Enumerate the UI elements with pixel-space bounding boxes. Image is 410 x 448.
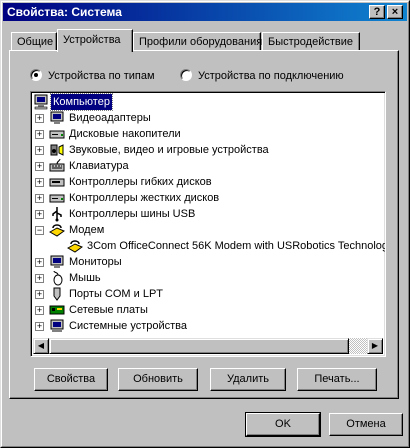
expand-ports[interactable]: + <box>35 290 44 299</box>
scroll-right-icon[interactable]: ▶ <box>367 338 383 354</box>
floppy-controller-icon <box>49 178 65 187</box>
monitor-icon <box>50 255 64 268</box>
scrollbar-thumb[interactable] <box>49 338 349 354</box>
refresh-button[interactable]: Обновить <box>118 368 198 391</box>
tree-item-label: Сетевые платы <box>69 304 148 316</box>
device-tree[interactable]: Компьютер + Видеоадаптеры + Дисковые нак… <box>30 91 386 357</box>
tree-item-label: Порты COM и LPT <box>69 288 163 300</box>
close-button[interactable]: × <box>387 5 403 19</box>
tree-item-label: Системные устройства <box>69 320 188 332</box>
expand-disk-drives[interactable]: + <box>35 130 44 139</box>
expand-mouse[interactable]: + <box>35 274 44 283</box>
system-device-icon <box>50 319 64 332</box>
tab-strip: Общие Устройства Профили оборудования Бы… <box>1 29 410 52</box>
tree-item-label: Контроллеры шины USB <box>69 208 196 220</box>
help-button[interactable]: ? <box>369 5 385 19</box>
radio-by-type-label: Устройства по типам <box>48 70 155 82</box>
expand-keyboard[interactable]: + <box>35 162 44 171</box>
remove-button[interactable]: Удалить <box>210 368 286 391</box>
tab-general[interactable]: Общие <box>11 32 57 51</box>
expand-monitors[interactable]: + <box>35 258 44 267</box>
tree-item-label: Дисковые накопители <box>69 128 181 140</box>
expand-hdd-controllers[interactable]: + <box>35 194 44 203</box>
mouse-icon <box>53 270 63 286</box>
tab-performance[interactable]: Быстродействие <box>262 32 360 51</box>
computer-icon <box>34 94 48 110</box>
horizontal-scrollbar[interactable]: ◀ ▶ <box>33 338 383 354</box>
tree-item-label: 3Com OfficeConnect 56K Modem with USRobo… <box>87 240 386 252</box>
radio-by-connection-indicator[interactable] <box>180 69 192 81</box>
title-bar[interactable]: Свойства: Система ? × <box>3 3 407 21</box>
expand-video-adapters[interactable]: + <box>35 114 44 123</box>
tab-devices[interactable]: Устройства <box>57 29 133 52</box>
modem-icon <box>67 240 83 253</box>
hdd-controller-icon <box>49 194 65 203</box>
expand-usb-controllers[interactable]: + <box>35 210 44 219</box>
usb-controller-icon <box>52 207 62 222</box>
radio-by-type[interactable]: Устройства по типам <box>30 69 155 83</box>
properties-button[interactable]: Свойства <box>34 368 108 391</box>
display-adapter-icon <box>50 111 64 124</box>
tab-hardware-profiles[interactable]: Профили оборудования <box>133 32 262 51</box>
system-properties-window: Свойства: Система ? × Общие Устройства П… <box>0 0 410 448</box>
disk-drive-icon <box>49 130 65 139</box>
expand-floppy-controllers[interactable]: + <box>35 178 44 187</box>
radio-by-type-indicator[interactable] <box>30 69 42 81</box>
tree-item-label: Мониторы <box>69 256 122 268</box>
print-button[interactable]: Печать... <box>297 368 377 391</box>
window-title: Свойства: Система <box>7 5 122 19</box>
sound-device-icon <box>50 144 64 156</box>
scroll-left-icon[interactable]: ◀ <box>33 338 49 354</box>
expand-system-devices[interactable]: + <box>35 322 44 331</box>
ok-button[interactable]: OK <box>245 412 321 437</box>
expand-network-cards[interactable]: + <box>35 306 44 315</box>
radio-by-connection[interactable]: Устройства по подключению <box>180 69 344 83</box>
tree-item-label: Контроллеры гибких дисков <box>69 176 212 188</box>
cancel-button[interactable]: Отмена <box>329 413 403 436</box>
tree-item-label: Модем <box>69 224 105 236</box>
tree-item-label: Клавиатура <box>69 160 129 172</box>
keyboard-icon <box>49 158 65 172</box>
tree-item-label: Контроллеры жестких дисков <box>69 192 220 204</box>
tree-root-label: Компьютер <box>50 93 113 111</box>
network-card-icon <box>49 305 65 315</box>
devices-panel: Устройства по типам Устройства по подклю… <box>9 50 399 399</box>
collapse-modem[interactable]: − <box>35 226 44 235</box>
tree-item-label: Видеоадаптеры <box>69 112 151 124</box>
port-icon <box>53 287 61 301</box>
radio-by-connection-label: Устройства по подключению <box>198 70 344 82</box>
modem-icon <box>49 224 65 237</box>
expand-sound-devices[interactable]: + <box>35 146 44 155</box>
tree-item-label: Звуковые, видео и игровые устройства <box>69 144 269 156</box>
tree-item-label: Мышь <box>69 272 101 284</box>
